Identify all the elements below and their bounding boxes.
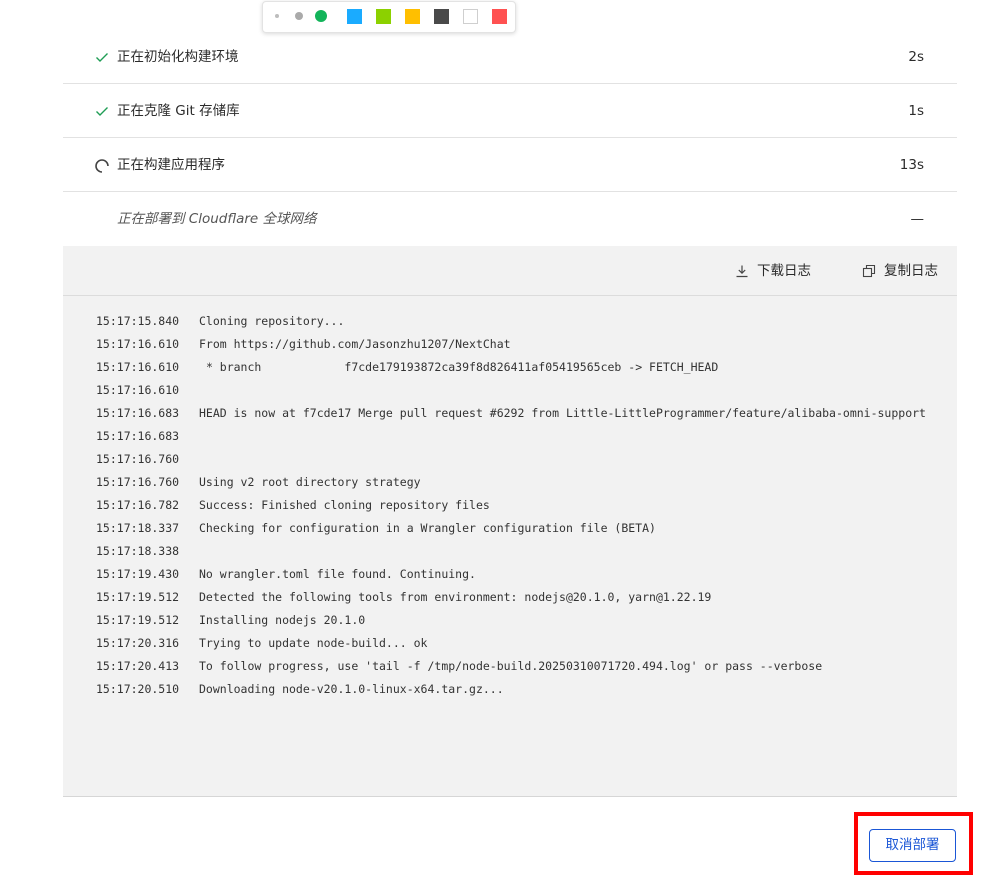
log-output: 15:17:15.840 Cloning repository... 15:17:1… — [96, 312, 926, 703]
color-swatch-green[interactable] — [376, 9, 391, 24]
download-icon — [736, 265, 748, 278]
step-deploy: 正在部署到 Cloudflare 全球网络 — — [63, 192, 957, 246]
check-icon — [96, 107, 108, 116]
log-toolbar: 下载日志 复制日志 — [63, 246, 957, 296]
color-swatch-yellow[interactable] — [405, 9, 420, 24]
log-timestamp: 15:17:16.610 — [96, 337, 180, 351]
log-timestamp: 15:17:16.610 — [96, 360, 180, 374]
step-label: 正在构建应用程序 — [117, 157, 225, 173]
log-line: 15:17:18.338 — [96, 542, 926, 565]
log-line: 15:17:16.760 — [96, 450, 926, 473]
build-steps: 正在初始化构建环境 2s 正在克隆 Git 存储库 1s 正在构建应用程序 13… — [63, 30, 957, 246]
check-icon — [96, 53, 108, 62]
step-build-app: 正在构建应用程序 13s — [63, 138, 957, 192]
log-message — [199, 427, 926, 446]
log-timestamp: 15:17:16.760 — [96, 452, 180, 466]
color-swatch-blue[interactable] — [347, 9, 362, 24]
log-message: * branch f7cde179193872ca39f8d826411af05… — [199, 360, 719, 374]
annotation-toolbar — [262, 1, 516, 33]
log-line: 15:17:16.683 — [96, 427, 926, 450]
log-line: 15:17:16.683 HEAD is now at f7cde17 Merge… — [96, 404, 926, 427]
log-message: HEAD is now at f7cde17 Merge pull reques… — [199, 406, 926, 420]
spinner-icon — [95, 159, 109, 173]
build-log-panel: 下载日志 复制日志 15:17:15.840 Cloning repository… — [63, 246, 957, 797]
log-line: 15:17:16.782 Success: Finished cloning re… — [96, 496, 926, 519]
cancel-deployment-button[interactable]: 取消部署 — [869, 829, 956, 862]
log-message: From https://github.com/Jasonzhu1207/Nex… — [199, 337, 511, 351]
log-message: No wrangler.toml file found. Continuing. — [199, 567, 476, 581]
log-line: 15:17:15.840 Cloning repository... — [96, 312, 926, 335]
log-timestamp: 15:17:16.683 — [96, 406, 180, 420]
log-line: 15:17:18.337 Checking for configuration i… — [96, 519, 926, 542]
log-timestamp: 15:17:15.840 — [96, 314, 180, 328]
step-duration: 1s — [908, 103, 924, 119]
log-line: 15:17:20.510 Downloading node-v20.1.0-lin… — [96, 680, 926, 703]
log-line: 15:17:19.430 No wrangler.toml file found.… — [96, 565, 926, 588]
log-timestamp: 15:17:18.337 — [96, 521, 180, 535]
color-swatch-red[interactable] — [492, 9, 507, 24]
log-message: Installing nodejs 20.1.0 — [199, 613, 366, 627]
step-label: 正在部署到 Cloudflare 全球网络 — [117, 211, 317, 227]
download-log-label: 下载日志 — [757, 263, 811, 279]
log-timestamp: 15:17:16.782 — [96, 498, 180, 512]
log-message: To follow progress, use 'tail -f /tmp/no… — [199, 659, 823, 673]
log-line: 15:17:20.316 Trying to update node-build.… — [96, 634, 926, 657]
copy-log-label: 复制日志 — [884, 263, 938, 279]
log-line: 15:17:19.512 Installing nodejs 20.1.0 — [96, 611, 926, 634]
log-message: Detected the following tools from enviro… — [199, 590, 712, 604]
log-timestamp: 15:17:18.338 — [96, 544, 180, 558]
log-message: Trying to update node-build... ok — [199, 636, 428, 650]
copy-log-button[interactable]: 复制日志 — [862, 246, 952, 296]
pen-size-small[interactable] — [275, 14, 279, 18]
log-timestamp: 15:17:16.683 — [96, 429, 180, 443]
log-message: Using v2 root directory strategy — [199, 475, 421, 489]
log-timestamp: 15:17:19.512 — [96, 613, 180, 627]
log-message — [199, 450, 926, 469]
step-duration: — — [910, 211, 925, 227]
log-message — [199, 542, 926, 561]
step-init-environment: 正在初始化构建环境 2s — [63, 30, 957, 84]
pen-size-large[interactable] — [315, 10, 327, 22]
step-label: 正在初始化构建环境 — [117, 49, 239, 65]
step-clone-repo: 正在克隆 Git 存储库 1s — [63, 84, 957, 138]
log-line: 15:17:16.610 From https://github.com/Jaso… — [96, 335, 926, 358]
log-message: Success: Finished cloning repository fil… — [199, 498, 490, 512]
copy-icon — [862, 264, 876, 278]
log-line: 15:17:20.413 To follow progress, use 'tai… — [96, 657, 926, 680]
log-timestamp: 15:17:16.610 — [96, 383, 180, 397]
log-timestamp: 15:17:20.510 — [96, 682, 180, 696]
log-line: 15:17:16.610 — [96, 381, 926, 404]
log-message: Cloning repository... — [199, 314, 345, 328]
log-timestamp: 15:17:19.430 — [96, 567, 180, 581]
log-message: Downloading node-v20.1.0-linux-x64.tar.g… — [199, 682, 504, 696]
download-log-button[interactable]: 下载日志 — [735, 246, 825, 296]
log-line: 15:17:16.610 * branch f7cde179193872ca39… — [96, 358, 926, 381]
log-timestamp: 15:17:20.413 — [96, 659, 180, 673]
color-swatch-white[interactable] — [463, 9, 478, 24]
log-message: Checking for configuration in a Wrangler… — [199, 521, 656, 535]
log-message — [199, 381, 926, 400]
step-duration: 2s — [908, 49, 924, 65]
log-timestamp: 15:17:20.316 — [96, 636, 180, 650]
pen-size-medium[interactable] — [295, 12, 303, 20]
step-duration: 13s — [899, 157, 924, 173]
log-timestamp: 15:17:19.512 — [96, 590, 180, 604]
log-line: 15:17:16.760 Using v2 root directory stra… — [96, 473, 926, 496]
log-timestamp: 15:17:16.760 — [96, 475, 180, 489]
log-line: 15:17:19.512 Detected the following tools… — [96, 588, 926, 611]
step-label: 正在克隆 Git 存储库 — [117, 103, 240, 119]
color-swatch-dark-gray[interactable] — [434, 9, 449, 24]
